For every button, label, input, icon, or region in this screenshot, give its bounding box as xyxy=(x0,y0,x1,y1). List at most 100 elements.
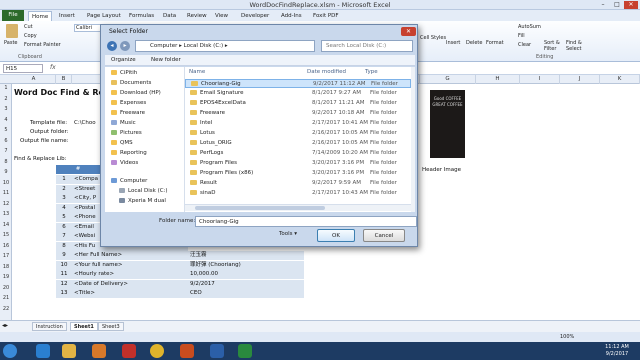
nav-item[interactable]: Pictures xyxy=(111,129,142,138)
firefox-icon[interactable] xyxy=(180,344,194,358)
row-header[interactable]: 21 xyxy=(0,295,12,301)
row-header[interactable]: 10 xyxy=(0,180,12,186)
new-folder-button[interactable]: New folder xyxy=(151,57,181,63)
sheet-tab-instruction[interactable]: Instruction xyxy=(32,322,67,331)
lib-item-value[interactable]: 10,000.00 xyxy=(188,270,304,279)
tab-formulas[interactable]: Formulas xyxy=(126,11,157,21)
column-header[interactable]: H xyxy=(476,75,520,84)
dialog-close-icon[interactable]: ✕ xyxy=(401,27,416,36)
row-header[interactable]: 18 xyxy=(0,264,12,270)
column-type-header[interactable]: Type xyxy=(365,69,378,75)
cancel-button[interactable]: Cancel xyxy=(363,229,405,242)
column-header[interactable]: G xyxy=(420,75,476,84)
column-date-header[interactable]: Date modified xyxy=(307,69,346,75)
nav-item[interactable]: Reporting xyxy=(111,149,147,158)
sheet-tab-sheet3[interactable]: Sheet3 xyxy=(98,322,124,331)
row-header[interactable]: 14 xyxy=(0,222,12,228)
autosum-button[interactable]: AutoSum xyxy=(518,24,541,30)
row-header[interactable]: 6 xyxy=(0,138,12,144)
media-icon[interactable] xyxy=(92,344,106,358)
sort-filter-button[interactable]: Sort & Filter xyxy=(544,40,564,52)
nav-item[interactable]: Download (HP) xyxy=(111,89,161,98)
row-header[interactable]: 4 xyxy=(0,117,12,123)
column-name-header[interactable]: Name xyxy=(189,69,205,75)
nav-item[interactable]: Videos xyxy=(111,159,138,168)
forward-icon[interactable]: ▸ xyxy=(120,41,130,51)
organize-button[interactable]: Organize xyxy=(111,57,136,63)
lib-item-tag[interactable]: <Title> xyxy=(72,289,188,298)
sheet-nav-icon[interactable]: ◂▸ xyxy=(2,322,8,329)
file-row[interactable]: Lotus_ORIG 2/16/2017 10:05 AM File folder xyxy=(185,139,411,148)
lib-item-number[interactable]: 2 xyxy=(56,184,72,194)
file-row[interactable]: Chooriang-Gig 9/2/2017 11:12 AM File folde… xyxy=(185,79,411,88)
word-icon[interactable] xyxy=(210,344,224,358)
row-header[interactable]: 7 xyxy=(0,148,12,154)
cell-styles-button[interactable]: Cell Styles xyxy=(420,35,446,41)
lib-item-number[interactable]: 13 xyxy=(56,289,72,298)
file-row[interactable]: Email Signature 8/1/2017 9:27 AM File fold… xyxy=(185,89,411,98)
tab-developer[interactable]: Developer xyxy=(238,11,272,21)
column-header[interactable]: B xyxy=(56,75,72,84)
name-box[interactable]: H15 xyxy=(3,64,43,73)
lib-item-number[interactable]: 10 xyxy=(56,260,72,270)
lib-item-number[interactable]: 4 xyxy=(56,203,72,213)
sheet-heading[interactable]: Word Doc Find & Re xyxy=(14,88,104,97)
tab-view[interactable]: View xyxy=(212,11,231,21)
file-row[interactable]: Freeware 9/2/2017 10:18 AM File folder xyxy=(185,109,411,118)
tab-page-layout[interactable]: Page Layout xyxy=(84,11,124,21)
lib-item-number[interactable]: 3 xyxy=(56,194,72,203)
row-header[interactable]: 13 xyxy=(0,211,12,217)
fx-icon[interactable]: fx xyxy=(50,64,56,71)
row-header[interactable]: 19 xyxy=(0,274,12,280)
paste-button[interactable]: Paste xyxy=(4,40,18,46)
clear-button[interactable]: Clear xyxy=(518,42,531,48)
row-header[interactable]: 17 xyxy=(0,253,12,259)
copy-button[interactable]: Copy xyxy=(24,33,37,39)
row-header[interactable]: 20 xyxy=(0,285,12,291)
file-row[interactable]: EPOS4ExcelData 8/1/2017 11:21 AM File fold… xyxy=(185,99,411,108)
lib-item-number[interactable]: 5 xyxy=(56,213,72,222)
explorer-icon[interactable] xyxy=(62,344,76,358)
nav-item[interactable]: Documents xyxy=(111,79,151,88)
start-icon[interactable] xyxy=(3,344,17,358)
breadcrumb[interactable]: Computer ▸ Local Disk (C:) ▸ xyxy=(135,40,315,52)
sheet-tab-sheet1[interactable]: Sheet1 xyxy=(70,322,98,331)
paste-icon[interactable] xyxy=(6,24,18,38)
lib-item-number[interactable]: 1 xyxy=(56,175,72,184)
column-header[interactable]: A xyxy=(12,75,56,84)
file-row[interactable]: Result 9/2/2017 9:59 AM File folder xyxy=(185,179,411,188)
row-header[interactable]: 2 xyxy=(0,96,12,102)
row-header[interactable]: 1 xyxy=(0,85,12,91)
nav-item[interactable]: Freeware xyxy=(111,109,145,118)
maximize-icon[interactable]: □ xyxy=(610,1,624,9)
lib-item-number[interactable]: 12 xyxy=(56,279,72,289)
breadcrumb-local-disk[interactable]: Local Disk (C:) xyxy=(184,43,224,49)
insert-cells-button[interactable]: Insert xyxy=(446,40,460,46)
tab-insert[interactable]: Insert xyxy=(56,11,78,21)
row-header[interactable]: 22 xyxy=(0,306,12,312)
tools-button[interactable]: Tools ▾ xyxy=(279,231,297,237)
column-header[interactable]: J xyxy=(560,75,600,84)
row-header[interactable]: 9 xyxy=(0,169,12,175)
file-row[interactable]: Lotus 2/16/2017 10:05 AM File folder xyxy=(185,129,411,138)
column-header[interactable]: K xyxy=(600,75,640,84)
horizontal-scrollbar[interactable] xyxy=(185,204,411,211)
app-icon[interactable] xyxy=(122,344,136,358)
file-row[interactable]: Intel 2/17/2017 10:41 AM File folder xyxy=(185,119,411,128)
lib-item-tag[interactable]: <Hourly rate> xyxy=(72,270,188,279)
folder-name-input[interactable]: Chooriang-Gig xyxy=(195,216,417,227)
ie-icon[interactable] xyxy=(36,344,50,358)
nav-item[interactable]: Expenses xyxy=(111,99,146,108)
breadcrumb-computer[interactable]: Computer xyxy=(150,43,177,49)
tab-home[interactable]: Home xyxy=(28,11,53,21)
excel-icon[interactable] xyxy=(238,344,252,358)
file-row[interactable]: PerfLogs 7/14/2009 10:20 AM File folder xyxy=(185,149,411,158)
tab-review[interactable]: Review xyxy=(184,11,210,21)
lib-item-number[interactable]: 7 xyxy=(56,232,72,241)
lib-item-tag[interactable]: <Date of Delivery> xyxy=(72,279,188,289)
minimize-icon[interactable]: – xyxy=(596,1,610,9)
lib-item-number[interactable]: 9 xyxy=(56,251,72,260)
tab-add-ins[interactable]: Add-Ins xyxy=(278,11,305,21)
delete-cells-button[interactable]: Delete xyxy=(466,40,482,46)
format-painter-button[interactable]: Format Painter xyxy=(24,42,61,48)
